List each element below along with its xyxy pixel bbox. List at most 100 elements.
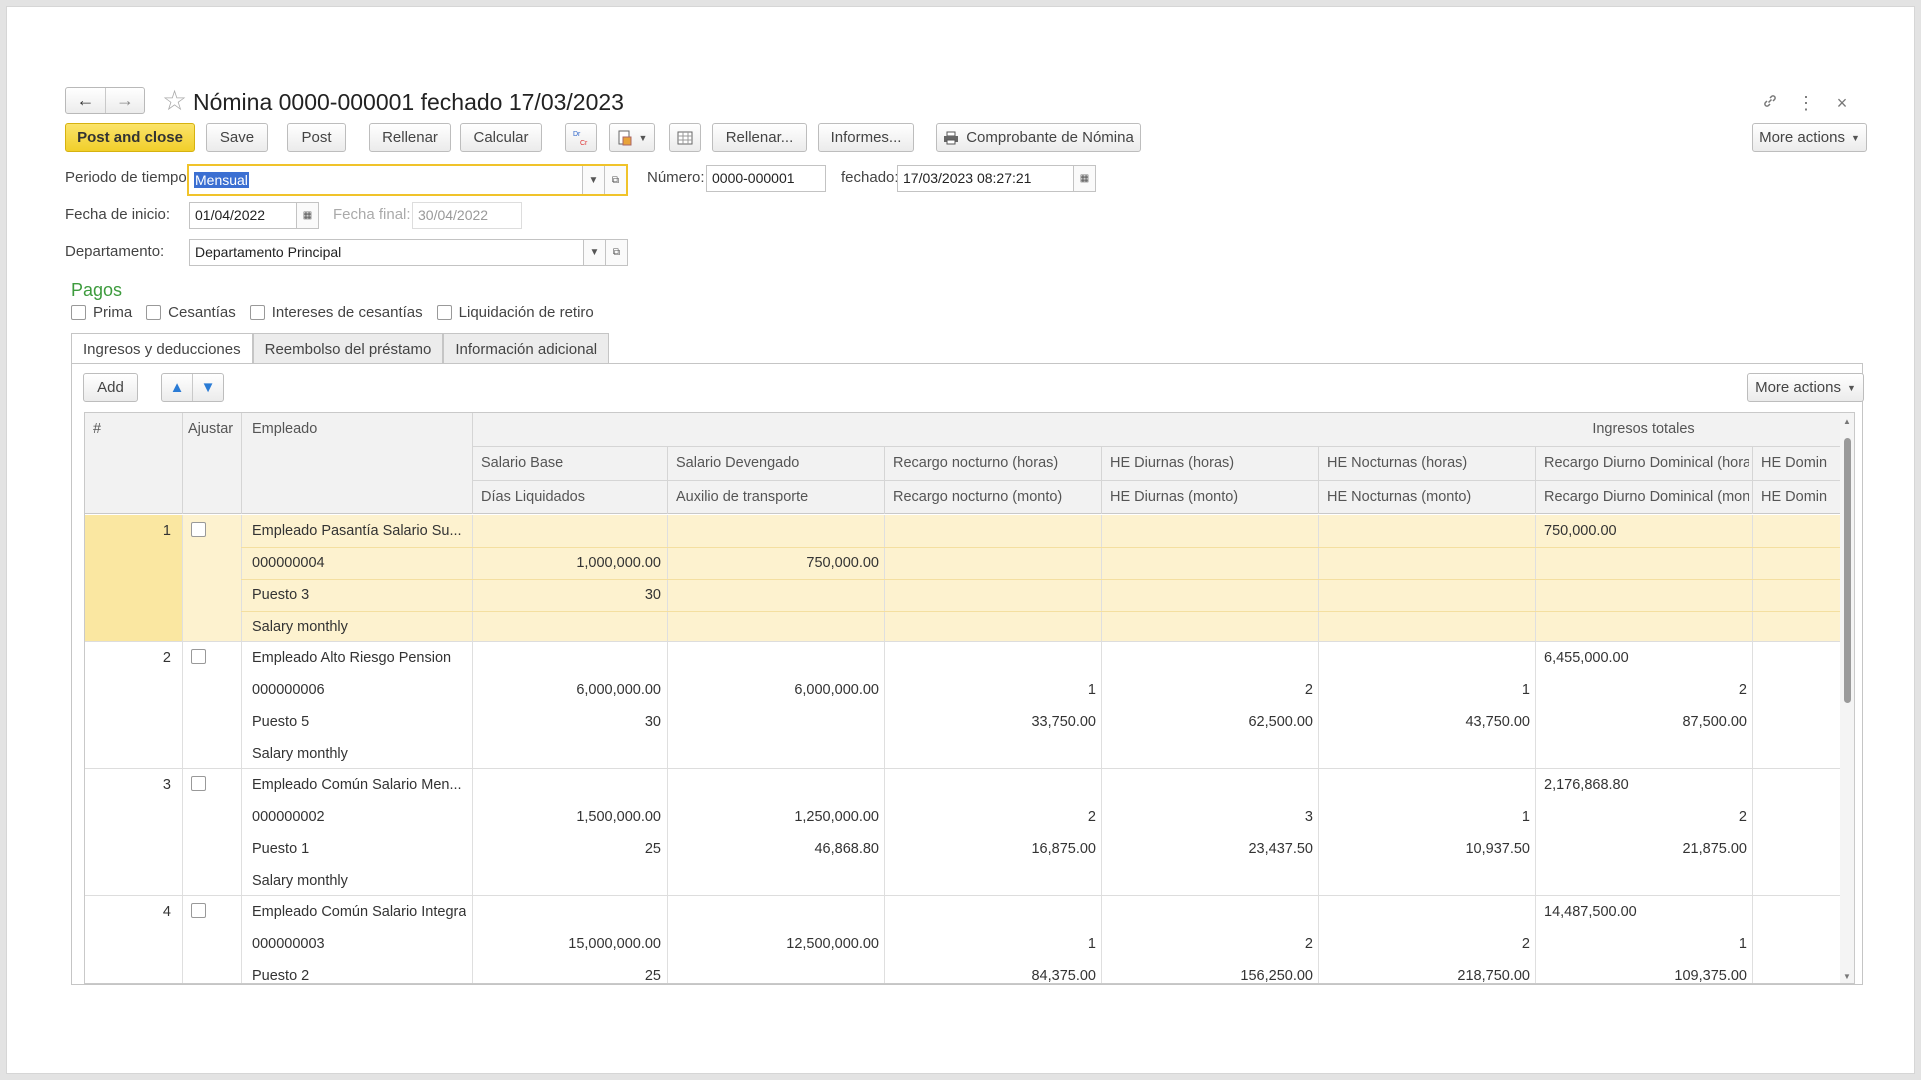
row-value-line2[interactable]: 15,000,000.00 (473, 936, 661, 952)
tab-ingresos-deducciones[interactable]: Ingresos y deducciones (71, 333, 253, 365)
open-form-icon[interactable]: ⧉ (605, 240, 627, 265)
row-value-line3[interactable]: 84,375.00 (885, 968, 1096, 983)
ajustar-checkbox[interactable] (191, 776, 206, 795)
back-arrow-icon[interactable]: ← (66, 88, 105, 113)
more-actions-button[interactable]: More actions ▼ (1752, 123, 1867, 152)
ingresos-totales-value[interactable]: 2,176,868.80 (1544, 777, 1629, 793)
row-value-line3[interactable]: 30 (473, 587, 661, 603)
cesantias-checkbox[interactable]: Cesantías (146, 304, 236, 321)
col-ingresos-totales[interactable]: Ingresos totales (1535, 421, 1752, 437)
col-he-diurnas-monto[interactable]: HE Diurnas (monto) (1110, 489, 1315, 505)
fechado-field[interactable]: 17/03/2023 08:27:21 ▦ (897, 165, 1096, 192)
calcular-button[interactable]: Calcular (460, 123, 542, 152)
row-value-line2[interactable]: 1 (885, 682, 1096, 698)
forward-arrow-icon[interactable]: → (105, 88, 144, 113)
row-value-line3[interactable]: 21,875.00 (1536, 841, 1747, 857)
row-value-line2[interactable]: 2 (1102, 936, 1313, 952)
move-up-icon[interactable]: ▲ (162, 379, 192, 396)
salary-type[interactable]: Salary monthly (252, 746, 348, 762)
col-salario-devengado[interactable]: Salario Devengado (676, 455, 881, 471)
col-num[interactable]: # (93, 421, 101, 437)
ingresos-totales-value[interactable]: 6,455,000.00 (1544, 650, 1629, 666)
employee-position[interactable]: Puesto 2 (252, 968, 309, 983)
fecha-inicio-field[interactable]: 01/04/2022 ▦ (189, 202, 319, 229)
move-down-icon[interactable]: ▼ (193, 379, 223, 396)
informes-button[interactable]: Informes... (818, 123, 914, 152)
save-button[interactable]: Save (206, 123, 268, 152)
col-dias-liquidados[interactable]: Días Liquidados (481, 489, 663, 505)
col-he-nocturnas-monto[interactable]: HE Nocturnas (monto) (1327, 489, 1532, 505)
row-value-line2[interactable]: 6,000,000.00 (668, 682, 879, 698)
table-more-actions-button[interactable]: More actions ▼ (1747, 373, 1864, 402)
post-button[interactable]: Post (287, 123, 346, 152)
col-he-dominical-monto[interactable]: HE Domin (1761, 489, 1841, 505)
employee-name[interactable]: Empleado Alto Riesgo Pension (252, 650, 466, 666)
col-auxilio-transporte[interactable]: Auxilio de transporte (676, 489, 881, 505)
table-row[interactable]: 2 Empleado Alto Riesgo Pension 000000006 Pu… (85, 642, 1854, 769)
row-value-line2[interactable]: 1,250,000.00 (668, 809, 879, 825)
row-value-line3[interactable]: 156,250.00 (1102, 968, 1313, 983)
star-icon[interactable]: ☆ (162, 87, 187, 115)
link-icon[interactable] (1761, 93, 1779, 114)
menu-dots-icon[interactable]: ⋮ (1797, 93, 1815, 114)
row-value-line2[interactable]: 750,000.00 (668, 555, 879, 571)
col-ajustar[interactable]: Ajustar (188, 421, 233, 437)
table-row[interactable]: 3 Empleado Común Salario Men... 000000002 P… (85, 769, 1854, 896)
ingresos-totales-value[interactable]: 750,000.00 (1544, 523, 1617, 539)
ajustar-checkbox[interactable] (191, 522, 206, 541)
row-value-line3[interactable]: 109,375.00 (1536, 968, 1747, 983)
rellenar-button[interactable]: Rellenar (369, 123, 451, 152)
employee-position[interactable]: Puesto 5 (252, 714, 309, 730)
row-value-line3[interactable]: 30 (473, 714, 661, 730)
row-value-line3[interactable]: 33,750.00 (885, 714, 1096, 730)
tab-reembolso-prestamo[interactable]: Reembolso del préstamo (252, 333, 444, 364)
col-empleado[interactable]: Empleado (252, 421, 317, 437)
row-value-line3[interactable]: 10,937.50 (1319, 841, 1530, 857)
employee-code[interactable]: 000000002 (252, 809, 325, 825)
departamento-field[interactable]: Departamento Principal ▼ ⧉ (189, 239, 628, 266)
row-value-line2[interactable]: 6,000,000.00 (473, 682, 661, 698)
scroll-thumb[interactable] (1844, 438, 1851, 703)
row-value-line2[interactable]: 1 (885, 936, 1096, 952)
numero-field[interactable]: 0000-000001 (706, 165, 826, 192)
row-value-line3[interactable]: 62,500.00 (1102, 714, 1313, 730)
table-view-button[interactable] (669, 123, 701, 152)
row-value-line3[interactable]: 218,750.00 (1319, 968, 1530, 983)
col-recargo-nocturno-horas[interactable]: Recargo nocturno (horas) (893, 455, 1098, 471)
periodo-field[interactable]: Mensual ▼ ⧉ (187, 164, 628, 196)
employee-name[interactable]: Empleado Común Salario Men... (252, 777, 466, 793)
employee-position[interactable]: Puesto 1 (252, 841, 309, 857)
row-value-line3[interactable]: 25 (473, 841, 661, 857)
row-value-line2[interactable]: 1 (1536, 936, 1747, 952)
employee-name[interactable]: Empleado Pasantía Salario Su... (252, 523, 466, 539)
ajustar-checkbox[interactable] (191, 903, 206, 922)
col-recargo-nocturno-monto[interactable]: Recargo nocturno (monto) (893, 489, 1098, 505)
vertical-scrollbar[interactable]: ▲ ▼ (1840, 413, 1854, 983)
employee-code[interactable]: 000000004 (252, 555, 325, 571)
calendar-icon[interactable]: ▦ (1073, 166, 1095, 191)
ingresos-totales-value[interactable]: 14,487,500.00 (1544, 904, 1637, 920)
dr-cr-button[interactable]: Dr Cr (565, 123, 597, 152)
chevron-down-icon[interactable]: ▼ (583, 240, 605, 265)
attach-dropdown-button[interactable]: ▼ (609, 123, 655, 152)
salary-type[interactable]: Salary monthly (252, 619, 348, 635)
table-row[interactable]: 1 Empleado Pasantía Salario Su... 00000000… (85, 515, 1854, 642)
row-value-line2[interactable]: 12,500,000.00 (668, 936, 879, 952)
row-value-line2[interactable]: 2 (1536, 682, 1747, 698)
col-recargo-diurno-dominical-horas[interactable]: Recargo Diurno Dominical (horas) (1544, 455, 1749, 471)
row-value-line3[interactable]: 87,500.00 (1536, 714, 1747, 730)
salary-type[interactable]: Salary monthly (252, 873, 348, 889)
row-value-line2[interactable]: 2 (1536, 809, 1747, 825)
close-icon[interactable]: × (1833, 93, 1851, 114)
col-he-diurnas-horas[interactable]: HE Diurnas (horas) (1110, 455, 1315, 471)
employee-name[interactable]: Empleado Común Salario Integral (252, 904, 466, 920)
row-value-line2[interactable]: 2 (1319, 936, 1530, 952)
col-he-nocturnas-horas[interactable]: HE Nocturnas (horas) (1327, 455, 1532, 471)
row-value-line2[interactable]: 1,000,000.00 (473, 555, 661, 571)
row-value-line2[interactable]: 2 (1102, 682, 1313, 698)
row-value-line3[interactable]: 46,868.80 (668, 841, 879, 857)
col-he-dominical-horas[interactable]: HE Domin (1761, 455, 1841, 471)
liquidacion-retiro-checkbox[interactable]: Liquidación de retiro (436, 304, 594, 321)
post-and-close-button[interactable]: Post and close (65, 123, 195, 152)
row-value-line3[interactable]: 16,875.00 (885, 841, 1096, 857)
